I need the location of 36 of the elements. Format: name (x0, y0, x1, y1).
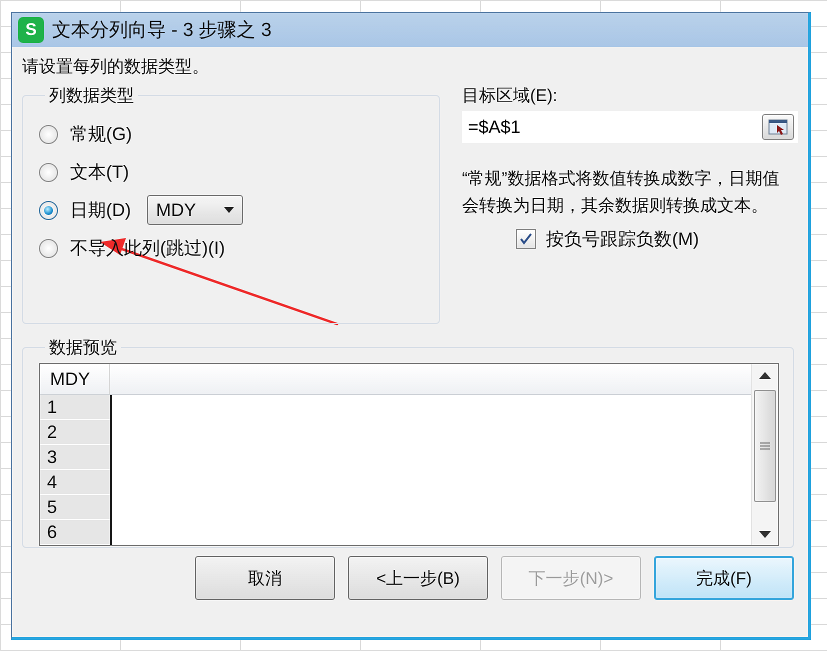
destination-field[interactable]: =$A$1 (462, 111, 798, 143)
instruction-text: 请设置每列的数据类型。 (22, 56, 210, 78)
row-number: 3 (40, 445, 110, 470)
scroll-down-icon[interactable] (759, 530, 771, 538)
grip-icon (760, 442, 770, 450)
dialog-button[interactable]: <上一步(B) (348, 556, 488, 600)
checkbox-label[interactable]: 按负号跟踪负数(M) (546, 227, 699, 251)
range-picker-button[interactable] (762, 114, 794, 140)
radio-button[interactable] (39, 162, 58, 182)
scrollbar[interactable] (751, 364, 778, 545)
checkbox[interactable] (516, 229, 536, 249)
dialog-button[interactable]: 完成(F) (654, 556, 794, 600)
radio-button[interactable] (39, 200, 58, 220)
date-format-dropdown[interactable]: MDY (147, 195, 243, 225)
column-header: MDY (40, 364, 110, 394)
group-title: 列数据类型 (48, 85, 135, 107)
radio-label[interactable]: 文本(T) (70, 160, 129, 184)
radio-button[interactable] (39, 238, 58, 258)
row-number: 4 (40, 470, 110, 495)
destination-label: 目标区域(E): (462, 85, 558, 107)
group-title: 数据预览 (48, 337, 118, 359)
radio-label[interactable]: 日期(D) (70, 198, 131, 222)
description-text: “常规”数据格式将数值转换成数字，日期值会转换为日期，其余数据则转换成文本。 (462, 168, 780, 217)
row-number: 1 (40, 395, 110, 420)
app-icon: S (18, 17, 44, 43)
row-number: 5 (40, 495, 110, 520)
dialog-button[interactable]: 取消 (195, 556, 335, 600)
window-title: 文本分列向导 - 3 步骤之 3 (52, 19, 272, 43)
scroll-up-icon[interactable] (759, 372, 771, 378)
radio-label[interactable]: 常规(G) (70, 122, 132, 146)
radio-button[interactable] (39, 124, 58, 144)
caret-icon (224, 207, 234, 213)
scrollbar-thumb[interactable] (754, 390, 776, 502)
row-number: 2 (40, 420, 110, 445)
row-number: 6 (40, 520, 110, 545)
range-select-icon (768, 119, 788, 135)
